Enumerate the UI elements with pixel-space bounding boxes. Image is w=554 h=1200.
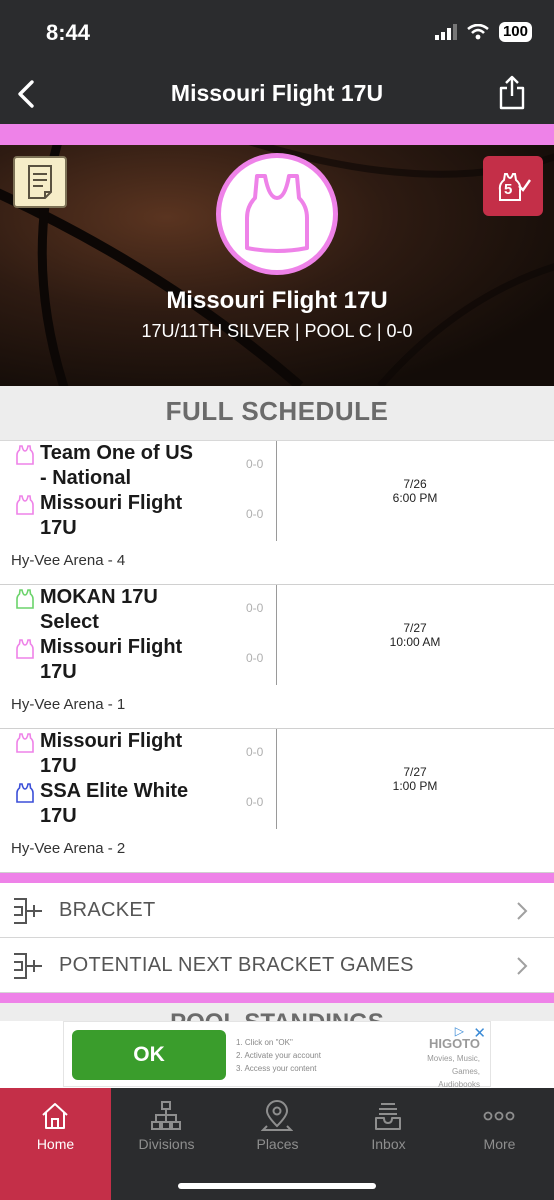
ad-ok-button[interactable]: OK — [72, 1030, 226, 1080]
game-card[interactable]: MOKAN 17U Select 0-0 Missouri Flight 17U… — [0, 585, 554, 729]
adchoices-icon[interactable]: ▷ — [455, 1024, 464, 1038]
ad-step: 3. Access your content — [236, 1064, 317, 1073]
team-name: Missouri Flight 17U — [166, 287, 388, 314]
inbox-icon — [375, 1103, 401, 1130]
game-time: 1:00 PM — [392, 779, 438, 793]
bracket-icon — [14, 898, 42, 924]
game-location: Hy-Vee Arena - 4 — [11, 552, 126, 569]
team-score: 0-0 — [246, 507, 264, 521]
potential-bracket-link[interactable]: POTENTIAL NEXT BRACKET GAMES — [0, 938, 554, 993]
team-jersey-icon — [16, 733, 34, 753]
schedule-heading: FULL SCHEDULE — [0, 386, 554, 441]
accent-bar-mid — [0, 873, 554, 883]
team-score: 0-0 — [246, 651, 264, 665]
pool-standings-heading: POOL STANDINGS — [0, 1003, 554, 1021]
team-hero: 5 Missouri Flight 17U 17U/11TH SILVER | … — [0, 145, 554, 386]
game-time: 6:00 PM — [392, 491, 438, 505]
ad-category: Movies, Music, — [427, 1054, 480, 1063]
chevron-right-icon — [517, 957, 528, 975]
battery-indicator: 100 — [498, 22, 532, 42]
team-score: 0-0 — [246, 795, 264, 809]
more-dots-icon — [483, 1111, 515, 1121]
team-score: 0-0 — [246, 457, 264, 471]
status-icons: 100 — [434, 22, 532, 42]
page-title: Missouri Flight 17U — [170, 80, 384, 106]
ranking-jersey-icon — [498, 173, 531, 201]
hierarchy-icon — [151, 1101, 181, 1130]
chevron-right-icon — [517, 902, 528, 920]
game-divider — [276, 441, 277, 541]
ad-banner[interactable]: OK 1. Click on "OK" 2. Activate your acc… — [63, 1021, 491, 1089]
notes-button[interactable] — [13, 156, 67, 208]
team-name[interactable]: MOKAN 17U Select — [40, 585, 200, 635]
wifi-icon — [467, 24, 489, 40]
ad-step: 1. Click on "OK" — [236, 1038, 293, 1047]
team-logo — [216, 153, 338, 275]
team-name[interactable]: Missouri Flight 17U — [40, 635, 200, 685]
ad-steps: 1. Click on "OK" 2. Activate your accoun… — [236, 1036, 321, 1075]
team-division-info: 17U/11TH SILVER | POOL C | 0-0 — [141, 321, 413, 341]
tab-label: More — [483, 1136, 516, 1152]
bracket-link[interactable]: BRACKET — [0, 883, 554, 938]
game-date: 7/27 — [403, 765, 427, 779]
tab-label: Places — [256, 1136, 299, 1152]
team-name[interactable]: Missouri Flight 17U — [40, 491, 200, 541]
home-indicator — [178, 1183, 376, 1189]
game-team-row: Missouri Flight 17U 0-0 — [14, 491, 274, 541]
tab-label: Divisions — [138, 1136, 195, 1152]
game-team-row: SSA Elite White 17U 0-0 — [14, 779, 274, 829]
game-divider — [276, 729, 277, 829]
team-jersey-icon — [16, 639, 34, 659]
game-team-row: Missouri Flight 17U 0-0 — [14, 635, 274, 685]
team-jersey-icon — [16, 445, 34, 465]
tab-more[interactable]: More — [444, 1088, 554, 1200]
pool-standings-label: POOL STANDINGS — [0, 1009, 554, 1021]
team-name[interactable]: SSA Elite White 17U — [40, 779, 200, 829]
team-jersey-icon — [16, 589, 34, 609]
team-jersey-icon — [16, 783, 34, 803]
game-card[interactable]: Team One of US - National 0-0 Missouri F… — [0, 441, 554, 585]
team-name[interactable]: Missouri Flight 17U — [40, 729, 200, 779]
ad-step: 2. Activate your account — [236, 1051, 321, 1060]
ranking-number: 5 — [504, 181, 513, 198]
team-score: 0-0 — [246, 745, 264, 759]
notes-icon — [28, 165, 52, 199]
team-score: 0-0 — [246, 601, 264, 615]
tab-label: Home — [36, 1136, 75, 1152]
accent-bar-bottom — [0, 993, 554, 1003]
bracket-label: BRACKET — [59, 899, 156, 921]
ranking-button[interactable]: 5 — [483, 156, 543, 216]
game-datetime: 7/27 10:00 AM — [300, 621, 530, 649]
game-team-row: Team One of US - National 0-0 — [14, 441, 274, 491]
tab-label: Inbox — [371, 1136, 406, 1152]
map-pin-icon — [261, 1100, 293, 1131]
game-date: 7/27 — [403, 621, 427, 635]
game-datetime: 7/26 6:00 PM — [300, 477, 530, 505]
tab-home[interactable]: Home — [0, 1088, 111, 1200]
jersey-logo-icon — [245, 174, 309, 253]
ad-close-icon[interactable]: ✕ — [473, 1024, 486, 1042]
share-icon[interactable] — [498, 74, 526, 110]
signal-icon — [434, 24, 457, 40]
team-jersey-icon — [16, 495, 34, 515]
status-bar: 8:44 100 — [0, 0, 554, 66]
game-location: Hy-Vee Arena - 2 — [11, 840, 126, 857]
game-team-row: Missouri Flight 17U 0-0 — [14, 729, 274, 779]
home-icon — [42, 1103, 68, 1129]
game-datetime: 7/27 1:00 PM — [300, 765, 530, 793]
accent-bar-top — [0, 124, 554, 145]
game-date: 7/26 — [403, 477, 427, 491]
ad-categories: Movies, Music, Games, Audiobooks — [410, 1052, 480, 1091]
potential-bracket-label: POTENTIAL NEXT BRACKET GAMES — [59, 954, 414, 976]
status-time: 8:44 — [46, 20, 91, 45]
bracket-icon — [14, 953, 42, 979]
team-name[interactable]: Team One of US - National — [40, 441, 200, 491]
nav-bar: Missouri Flight 17U — [0, 66, 554, 124]
game-divider — [276, 585, 277, 685]
ad-brand: HIGOTO — [428, 1036, 480, 1051]
game-location: Hy-Vee Arena - 1 — [11, 696, 126, 713]
game-time: 10:00 AM — [389, 635, 441, 649]
game-card[interactable]: Missouri Flight 17U 0-0 SSA Elite White … — [0, 729, 554, 873]
game-team-row: MOKAN 17U Select 0-0 — [14, 585, 274, 635]
